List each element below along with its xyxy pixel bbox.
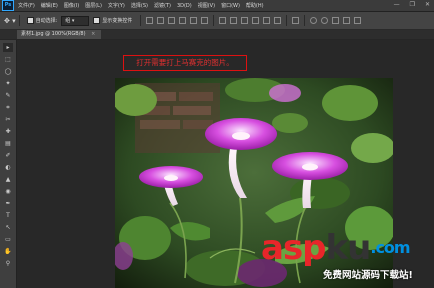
- divider: [286, 15, 288, 26]
- show-transform-checkbox[interactable]: [93, 17, 101, 24]
- restore-button[interactable]: ❐: [410, 1, 415, 8]
- gradient-tool-icon[interactable]: ▲: [3, 175, 13, 184]
- move-tool-preset-icon[interactable]: ✥ ▾: [4, 17, 16, 25]
- aspku-watermark: aspku.com 免费网站源码下载站!: [261, 229, 431, 285]
- align-bottom-icon[interactable]: [168, 17, 176, 24]
- clone-stamp-tool-icon[interactable]: ▤: [3, 139, 13, 148]
- 3d-rotate-icon[interactable]: [310, 17, 318, 24]
- photoshop-logo: Ps: [2, 0, 14, 11]
- window-controls: — ❐ ✕: [394, 1, 430, 8]
- distribute-right-icon[interactable]: [274, 17, 282, 24]
- tools-panel: ▸ ⬚ ◯ ✦ ✎ ⌗ ✂ ✚ ▤ ✐ ◐ ▲ ◉ ✒ T ↖ ▭ ✋ ⚲: [0, 40, 17, 288]
- divider: [304, 15, 306, 26]
- distribute-top-icon[interactable]: [219, 17, 227, 24]
- menu-filter[interactable]: 滤镜(T): [154, 2, 171, 9]
- document-tab[interactable]: 素材1.jpg @ 100%(RGB/8) ×: [17, 30, 102, 39]
- auto-select-value: 组: [65, 17, 71, 24]
- crop-tool-icon[interactable]: ✎: [3, 91, 13, 100]
- 3d-roll-icon[interactable]: [321, 17, 329, 24]
- brush-tool-icon[interactable]: ✚: [3, 127, 13, 136]
- menu-edit[interactable]: 编辑(E): [41, 2, 58, 9]
- blur-tool-icon[interactable]: ◉: [3, 187, 13, 196]
- align-center-icon[interactable]: [190, 17, 198, 24]
- aspku-logo: aspku.com: [261, 228, 411, 268]
- instruction-annotation: 打开需要打上马赛克的图片。: [123, 55, 247, 71]
- logo-text-red: asp: [261, 228, 327, 268]
- divider: [140, 15, 142, 26]
- quick-select-tool-icon[interactable]: ✦: [3, 79, 13, 88]
- align-right-icon[interactable]: [201, 17, 209, 24]
- eraser-tool-icon[interactable]: ◐: [3, 163, 13, 172]
- distribute-left-icon[interactable]: [252, 17, 260, 24]
- history-brush-tool-icon[interactable]: ✐: [3, 151, 13, 160]
- watermark-subtitle: 免费网站源码下载站!: [323, 270, 413, 281]
- close-window-button[interactable]: ✕: [425, 1, 430, 8]
- align-middle-icon[interactable]: [157, 17, 165, 24]
- zoom-tool-icon[interactable]: ⚲: [3, 259, 13, 268]
- menu-view[interactable]: 视图(V): [198, 2, 215, 9]
- auto-select-label: 自动选择:: [35, 18, 58, 24]
- instruction-text: 打开需要打上马赛克的图片。: [136, 58, 234, 67]
- auto-select-option[interactable]: 自动选择:: [26, 17, 58, 24]
- minimize-button[interactable]: —: [394, 1, 400, 8]
- 3d-slide-icon[interactable]: [343, 17, 351, 24]
- menu-image[interactable]: 图像(I): [64, 2, 79, 9]
- menu-type[interactable]: 文字(Y): [108, 2, 125, 9]
- menu-select[interactable]: 选择(S): [131, 2, 148, 9]
- divider: [18, 15, 20, 26]
- document-tab-title: 素材1.jpg @ 100%(RGB/8): [21, 31, 86, 37]
- menu-layer[interactable]: 图层(L): [85, 2, 102, 9]
- 3d-scale-icon[interactable]: [354, 17, 362, 24]
- close-tab-icon[interactable]: ×: [91, 31, 95, 37]
- lasso-tool-icon[interactable]: ◯: [3, 67, 13, 76]
- auto-align-icon[interactable]: [292, 17, 300, 24]
- eyedropper-tool-icon[interactable]: ⌗: [3, 103, 13, 112]
- logo-suffix: .com: [370, 238, 410, 257]
- distribute-bottom-icon[interactable]: [241, 17, 249, 24]
- type-tool-icon[interactable]: T: [3, 211, 13, 220]
- show-transform-label: 显示变换控件: [102, 18, 133, 24]
- document-tab-bar: 素材1.jpg @ 100%(RGB/8) ×: [0, 30, 434, 39]
- auto-select-checkbox[interactable]: [26, 17, 34, 24]
- marquee-tool-icon[interactable]: ⬚: [3, 55, 13, 64]
- 3d-pan-icon[interactable]: [332, 17, 340, 24]
- show-transform-option[interactable]: 显示变换控件: [93, 17, 132, 24]
- hand-tool-icon[interactable]: ✋: [3, 247, 13, 256]
- divider: [213, 15, 215, 26]
- auto-select-dropdown[interactable]: 组 ▾: [61, 15, 90, 26]
- distribute-center-icon[interactable]: [263, 17, 271, 24]
- menu-bar: Ps 文件(F) 编辑(E) 图像(I) 图层(L) 文字(Y) 选择(S) 滤…: [0, 0, 434, 12]
- path-selection-tool-icon[interactable]: ↖: [3, 223, 13, 232]
- menu-window[interactable]: 窗口(W): [221, 2, 240, 9]
- menu-help[interactable]: 帮助(H): [246, 2, 264, 9]
- shape-tool-icon[interactable]: ▭: [3, 235, 13, 244]
- pen-tool-icon[interactable]: ✒: [3, 199, 13, 208]
- menu-file[interactable]: 文件(F): [18, 2, 35, 9]
- healing-brush-tool-icon[interactable]: ✂: [3, 115, 13, 124]
- align-left-icon[interactable]: [179, 17, 187, 24]
- menu-3d[interactable]: 3D(D): [177, 3, 192, 9]
- distribute-middle-icon[interactable]: [230, 17, 238, 24]
- logo-text-dark: ku: [325, 228, 372, 268]
- options-bar: ✥ ▾ 自动选择: 组 ▾ 显示变换控件: [0, 12, 434, 30]
- move-tool-icon[interactable]: ▸: [3, 43, 13, 52]
- align-top-icon[interactable]: [146, 17, 154, 24]
